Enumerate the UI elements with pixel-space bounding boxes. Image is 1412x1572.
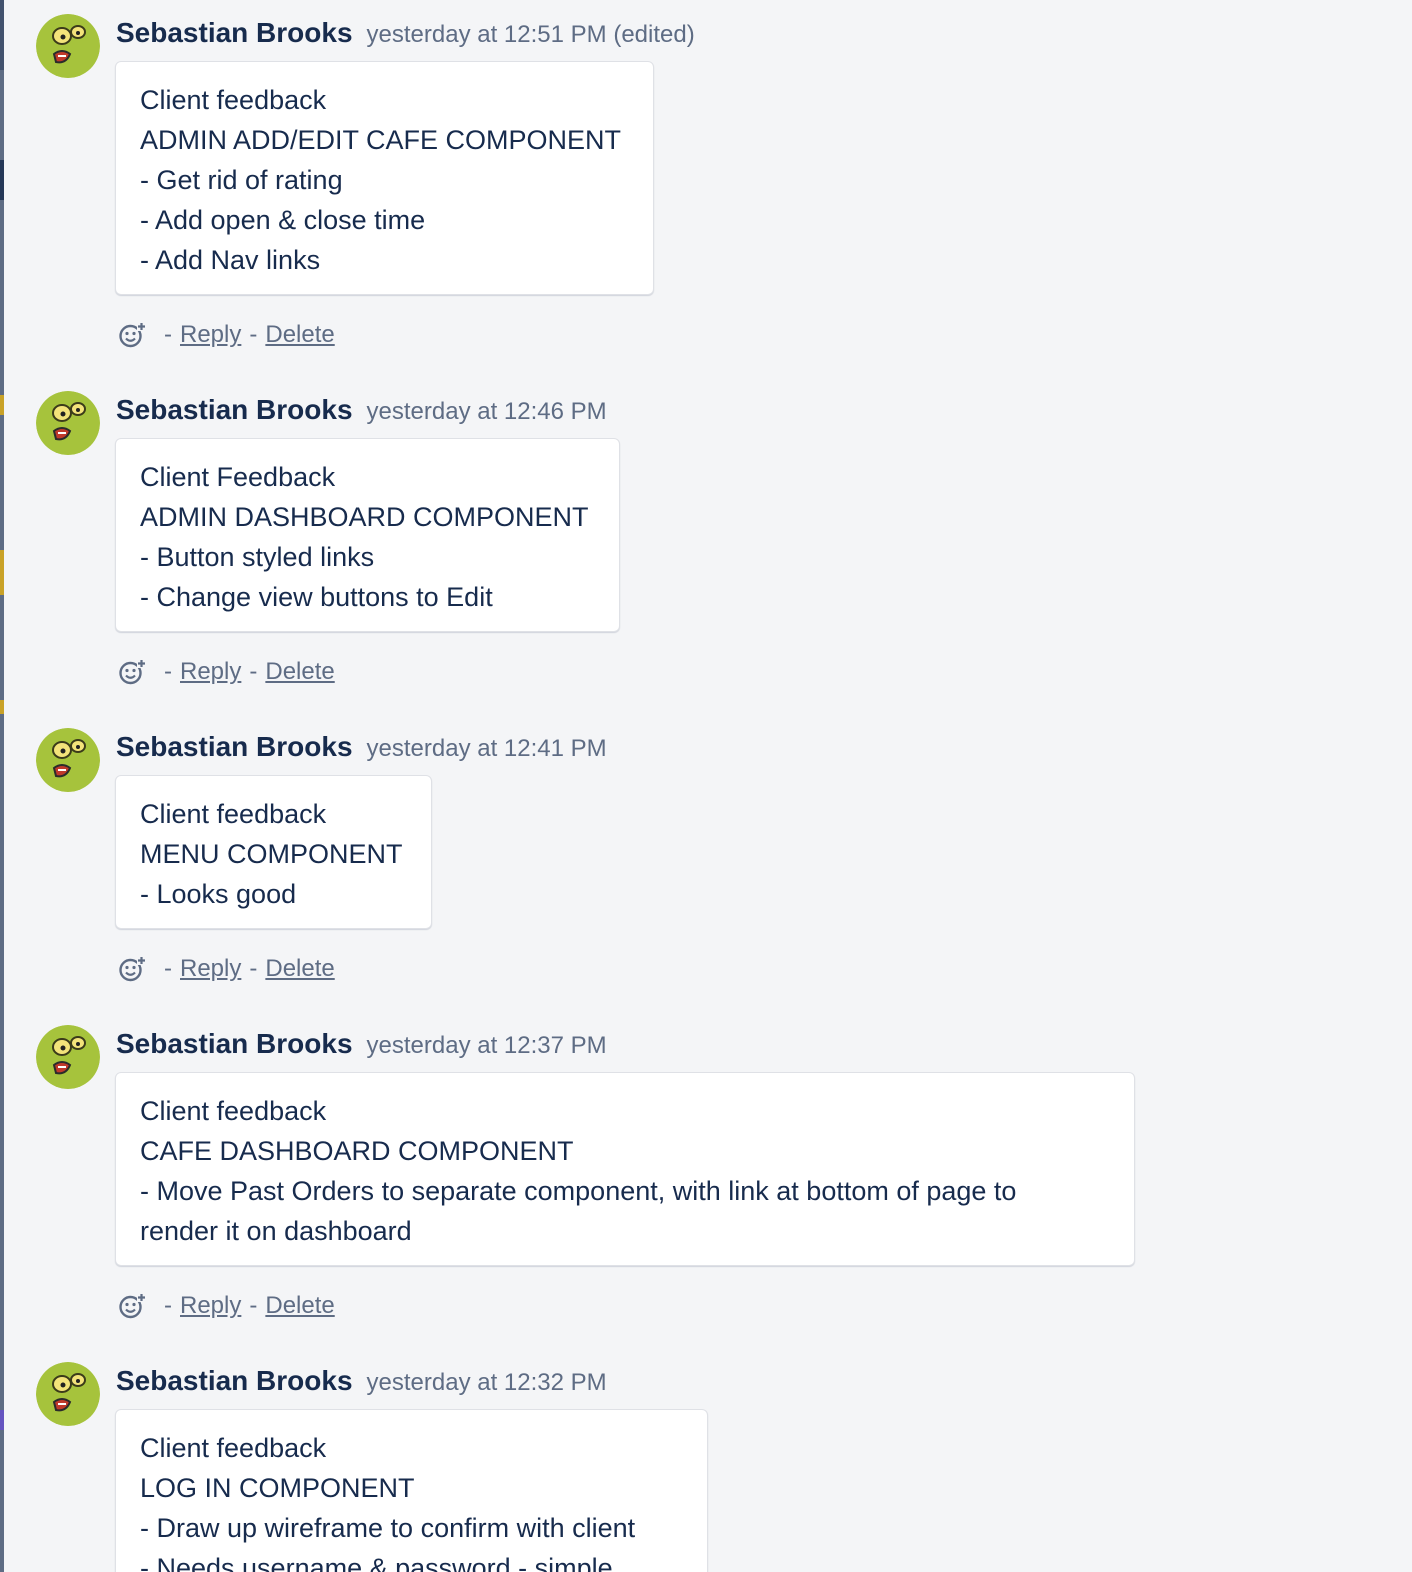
comment-timestamp[interactable]: yesterday at 12:32 PM — [367, 1369, 607, 1396]
comment-line: - Add open & close time — [140, 205, 426, 235]
comment-body: Client feedback ADMIN ADD/EDIT CAFE COMP… — [115, 61, 654, 295]
comment-line: - Needs username & password - simple — [140, 1553, 613, 1572]
separator: - — [164, 658, 172, 685]
delete-link[interactable]: Delete — [265, 318, 334, 352]
delete-link[interactable]: Delete — [265, 1289, 334, 1323]
comment-line: - Button styled links — [140, 542, 375, 572]
comment-line: Client feedback — [140, 1096, 327, 1126]
comment-header: Sebastian Brooks yesterday at 12:41 PM — [116, 730, 607, 764]
separator: - — [164, 321, 172, 348]
reply-link[interactable]: Reply — [180, 318, 241, 352]
comment-line: Client feedback — [140, 799, 327, 829]
reply-link[interactable]: Reply — [180, 1289, 241, 1323]
comment-actions: - Reply - Delete — [118, 655, 335, 689]
comment-header: Sebastian Brooks yesterday at 12:32 PM — [116, 1364, 607, 1398]
author-name[interactable]: Sebastian Brooks — [116, 1028, 353, 1059]
add-reaction-icon[interactable] — [118, 658, 146, 686]
author-name[interactable]: Sebastian Brooks — [116, 17, 353, 48]
author-name[interactable]: Sebastian Brooks — [116, 394, 353, 425]
separator: - — [249, 658, 258, 685]
comment-body: Client feedback CAFE DASHBOARD COMPONENT… — [115, 1072, 1135, 1266]
separator: - — [249, 1292, 258, 1319]
avatar-image — [36, 391, 100, 455]
comment-line: LOG IN COMPONENT — [140, 1473, 415, 1503]
comment-line: - Get rid of rating — [140, 165, 343, 195]
comment-line: - Looks good — [140, 879, 297, 909]
delete-link[interactable]: Delete — [265, 952, 334, 986]
separator: - — [164, 955, 172, 982]
comment-line: Client feedback — [140, 85, 327, 115]
comment-actions: - Reply - Delete — [118, 318, 335, 352]
avatar[interactable] — [36, 1025, 100, 1089]
comment-timestamp[interactable]: yesterday at 12:51 PM (edited) — [367, 21, 695, 48]
reply-link[interactable]: Reply — [180, 952, 241, 986]
comment-timestamp[interactable]: yesterday at 12:37 PM — [367, 1032, 607, 1059]
comment-line: - Add Nav links — [140, 245, 321, 275]
add-reaction-icon[interactable] — [118, 955, 146, 983]
add-reaction-icon[interactable] — [118, 321, 146, 349]
left-panel-edge — [0, 0, 4, 1572]
author-name[interactable]: Sebastian Brooks — [116, 731, 353, 762]
comment-actions: - Reply - Delete — [118, 952, 335, 986]
avatar[interactable] — [36, 1362, 100, 1426]
avatar-image — [36, 14, 100, 78]
comment-timestamp[interactable]: yesterday at 12:46 PM — [367, 398, 607, 425]
avatar[interactable] — [36, 728, 100, 792]
comment-line: ADMIN ADD/EDIT CAFE COMPONENT — [140, 125, 622, 155]
comment-line: ADMIN DASHBOARD COMPONENT — [140, 502, 589, 532]
comment-body: Client feedback LOG IN COMPONENT - Draw … — [115, 1409, 708, 1572]
comment-line: render it on dashboard — [140, 1216, 412, 1246]
comment-line: MENU COMPONENT — [140, 839, 403, 869]
author-name[interactable]: Sebastian Brooks — [116, 1365, 353, 1396]
avatar-image — [36, 1362, 100, 1426]
comment-body: Client feedback MENU COMPONENT - Looks g… — [115, 775, 432, 929]
comment-header: Sebastian Brooks yesterday at 12:37 PM — [116, 1027, 607, 1061]
separator: - — [249, 955, 258, 982]
comment-header: Sebastian Brooks yesterday at 12:46 PM — [116, 393, 607, 427]
avatar[interactable] — [36, 391, 100, 455]
avatar-image — [36, 728, 100, 792]
comment-line: Client feedback — [140, 1433, 327, 1463]
comment-line: Client Feedback — [140, 462, 336, 492]
comment-line: - Change view buttons to Edit — [140, 582, 493, 612]
separator: - — [249, 321, 258, 348]
comment-line: - Draw up wireframe to confirm with clie… — [140, 1513, 636, 1543]
comment-timestamp[interactable]: yesterday at 12:41 PM — [367, 735, 607, 762]
avatar-image — [36, 1025, 100, 1089]
avatar[interactable] — [36, 14, 100, 78]
add-reaction-icon[interactable] — [118, 1292, 146, 1320]
comment-actions: - Reply - Delete — [118, 1289, 335, 1323]
comment-header: Sebastian Brooks yesterday at 12:51 PM (e… — [116, 16, 695, 50]
separator: - — [164, 1292, 172, 1319]
comment-line: CAFE DASHBOARD COMPONENT — [140, 1136, 574, 1166]
comment-line: - Move Past Orders to separate component… — [140, 1176, 1017, 1206]
comment-body: Client Feedback ADMIN DASHBOARD COMPONEN… — [115, 438, 620, 632]
delete-link[interactable]: Delete — [265, 655, 334, 689]
reply-link[interactable]: Reply — [180, 655, 241, 689]
